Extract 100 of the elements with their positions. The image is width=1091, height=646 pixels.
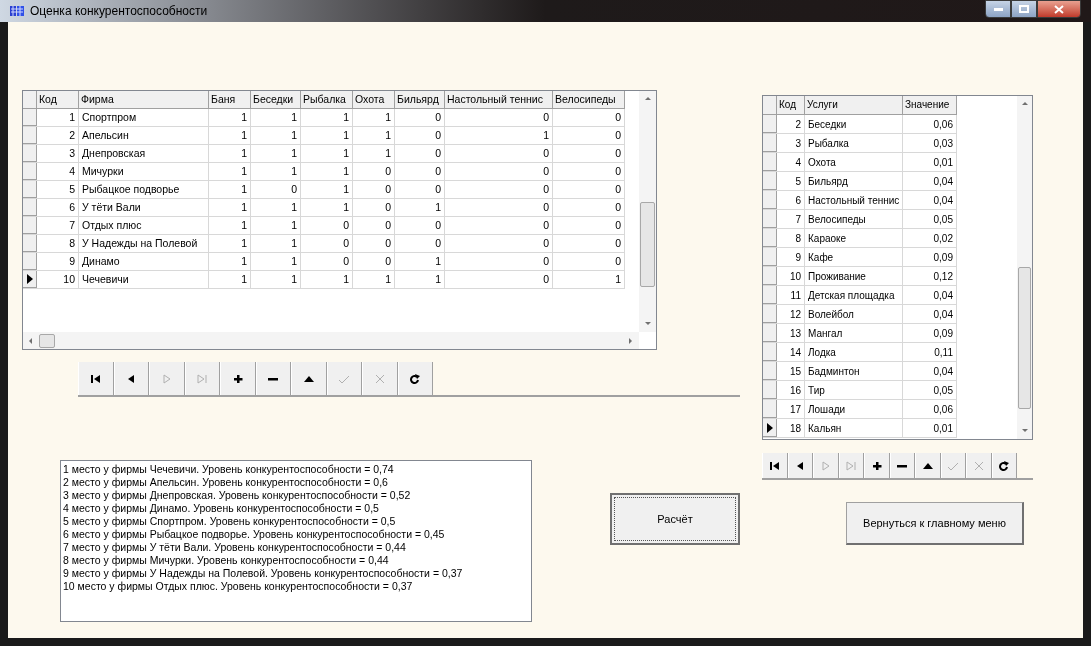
table-cell: 0	[445, 217, 553, 234]
table-cell: 1	[251, 253, 301, 270]
table-cell: 0	[445, 109, 553, 126]
table-cell: 8	[37, 235, 79, 252]
table-cell: Кафе	[805, 248, 903, 266]
table-cell: 0	[553, 163, 625, 180]
table-cell: 5	[37, 181, 79, 198]
table-cell: 0,04	[903, 191, 957, 209]
table-cell: 0	[445, 199, 553, 216]
table-cell: Беседки	[805, 115, 903, 133]
table-cell: 3	[37, 145, 79, 162]
table-cell: 1	[301, 271, 353, 288]
table-cell: 0	[395, 181, 445, 198]
table-cell: 12	[777, 305, 805, 323]
back-to-menu-button[interactable]: Вернуться к главному меню	[846, 502, 1024, 545]
result-line: 5 место у фирмы Спортпром. Уровень конкурентоспособности = 0,5	[63, 515, 397, 528]
table-cell: 0	[251, 181, 301, 198]
table-cell: 2	[37, 127, 79, 144]
column-header[interactable]: Код	[777, 96, 805, 114]
table-cell: 8	[777, 229, 805, 247]
table-cell: 1	[301, 181, 353, 198]
column-header[interactable]: Охота	[353, 91, 395, 108]
table-cell: 0	[553, 109, 625, 126]
table-cell: 0	[445, 235, 553, 252]
table-cell: Велосипеды	[805, 210, 903, 228]
table-cell: 1	[209, 109, 251, 126]
table-cell: 0	[553, 217, 625, 234]
table-cell: Лошади	[805, 400, 903, 418]
table-cell: Днепровская	[79, 145, 209, 162]
column-header[interactable]: Услуги	[805, 96, 903, 114]
table-cell: 1	[301, 163, 353, 180]
table-cell: 1	[209, 235, 251, 252]
column-header[interactable]: Значение	[903, 96, 957, 114]
table-cell: 1	[395, 199, 445, 216]
table-cell: 1	[301, 109, 353, 126]
table-cell: 11	[777, 286, 805, 304]
table-cell: Волейбол	[805, 305, 903, 323]
column-header[interactable]: Код	[37, 91, 79, 108]
table-cell: Караоке	[805, 229, 903, 247]
result-line: 7 место у фирмы У тёти Вали. Уровень конкурентоспособности = 0,44	[63, 541, 407, 554]
table-cell: 1	[209, 145, 251, 162]
table-cell: 0	[395, 127, 445, 144]
column-header[interactable]: Настольный теннис	[445, 91, 553, 108]
table-cell: 13	[777, 324, 805, 342]
column-header[interactable]: Бильярд	[395, 91, 445, 108]
table-cell: 1	[395, 271, 445, 288]
table-cell: 0,11	[903, 343, 957, 361]
table-cell: 1	[553, 271, 625, 288]
table-cell: У Надежды на Полевой	[79, 235, 209, 252]
table-cell: Мичурки	[79, 163, 209, 180]
table-cell: 17	[777, 400, 805, 418]
table-cell: Детская площадка	[805, 286, 903, 304]
table-cell: 0	[553, 127, 625, 144]
table-cell: 14	[777, 343, 805, 361]
column-header[interactable]: Рыбалка	[301, 91, 353, 108]
table-cell: Чечевичи	[79, 271, 209, 288]
table-cell: 0,04	[903, 362, 957, 380]
column-header[interactable]: Беседки	[251, 91, 301, 108]
table-cell: 6	[37, 199, 79, 216]
table-cell: 1	[301, 199, 353, 216]
table-cell: 1	[209, 163, 251, 180]
table-cell: Отдых плюс	[79, 217, 209, 234]
result-line: 6 место у фирмы Рыбацкое подворье. Уровень конкурентоспособности = 0,45	[63, 528, 446, 541]
table-cell: 0,04	[903, 305, 957, 323]
table-cell: 1	[251, 109, 301, 126]
table-cell: 4	[777, 153, 805, 171]
table-cell: 0	[445, 253, 553, 270]
table-cell: 10	[777, 267, 805, 285]
table-cell: 1	[445, 127, 553, 144]
table-cell: Кальян	[805, 419, 903, 437]
table-cell: 1	[301, 127, 353, 144]
table-cell: Бадминтон	[805, 362, 903, 380]
table-cell: 0,06	[903, 115, 957, 133]
table-cell: 0,01	[903, 419, 957, 437]
table-cell: 1	[251, 163, 301, 180]
table-cell: 0	[353, 253, 395, 270]
table-cell: 1	[251, 217, 301, 234]
result-line: 10 место у фирмы Отдых плюс. Уровень конкурентоспособности = 0,37	[63, 580, 414, 593]
table-cell: 1	[251, 145, 301, 162]
table-cell: Лодка	[805, 343, 903, 361]
column-header[interactable]: Велосипеды	[553, 91, 625, 108]
table-cell: 7	[37, 217, 79, 234]
column-header[interactable]: Фирма	[79, 91, 209, 108]
table-cell: Бильярд	[805, 172, 903, 190]
table-cell: 0	[395, 163, 445, 180]
table-cell: 18	[777, 419, 805, 437]
table-cell: 0	[353, 235, 395, 252]
result-line: 9 место у фирмы У Надежды на Полевой. Уровень конкурентоспособности = 0,37	[63, 567, 464, 580]
column-header[interactable]: Баня	[209, 91, 251, 108]
table-cell: 1	[209, 181, 251, 198]
table-cell: 0	[353, 199, 395, 216]
table-cell: 0	[395, 217, 445, 234]
table-cell: 0,12	[903, 267, 957, 285]
table-cell: 0,05	[903, 210, 957, 228]
calculate-button[interactable]: Расчёт	[610, 493, 740, 545]
table-cell: Спортпром	[79, 109, 209, 126]
table-cell: Мангал	[805, 324, 903, 342]
table-cell: 0	[553, 181, 625, 198]
table-cell: 0	[445, 163, 553, 180]
table-cell: Рыбацкое подворье	[79, 181, 209, 198]
